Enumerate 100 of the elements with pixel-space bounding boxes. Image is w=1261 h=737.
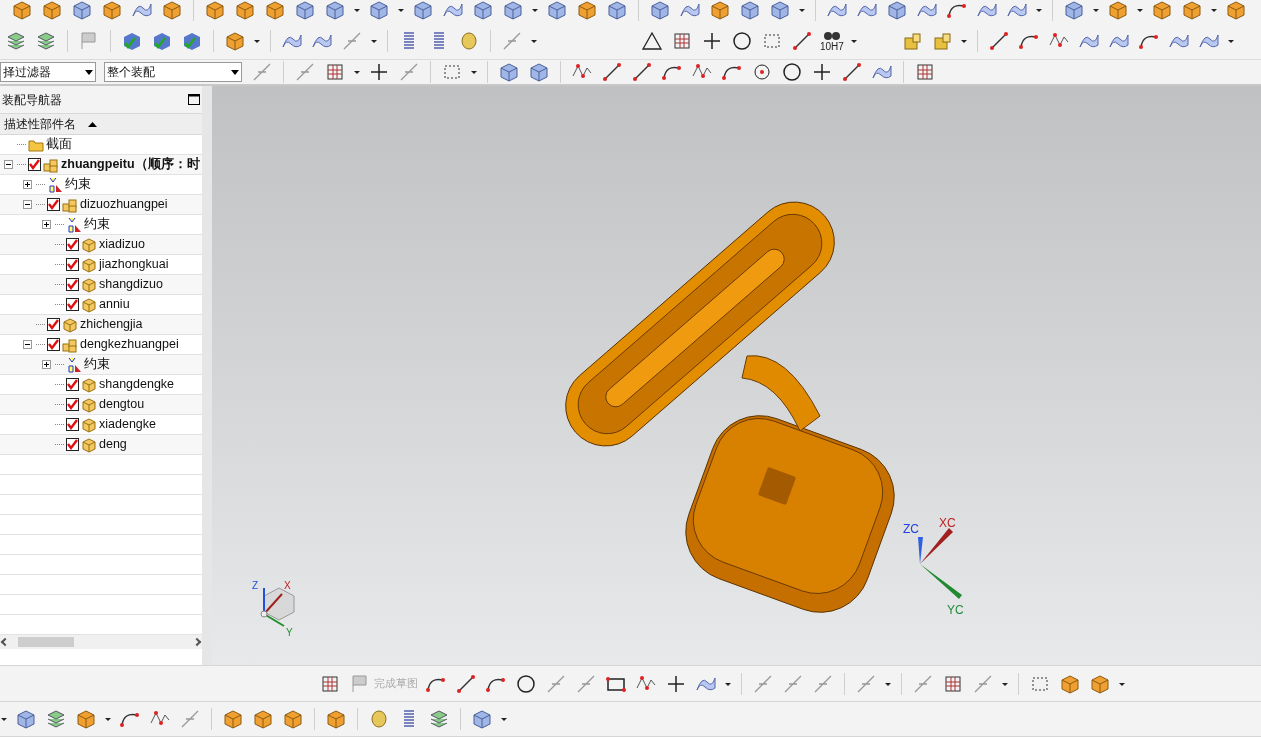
constraints-icon <box>66 216 82 233</box>
filter-dropdown[interactable]: 整个装配 <box>104 62 242 82</box>
axis-label: YC <box>947 603 964 617</box>
visibility-checkbox[interactable] <box>66 278 79 291</box>
visibility-checkbox[interactable] <box>47 318 60 331</box>
tree-row[interactable]: shangdengke <box>0 375 202 395</box>
lamp-model-drawing[interactable] <box>565 201 895 613</box>
viewport[interactable]: ZC XC YC Z X Y <box>212 86 1261 665</box>
visibility-checkbox[interactable] <box>66 438 79 451</box>
box-icon[interactable] <box>768 0 792 22</box>
box-icon[interactable] <box>411 0 435 22</box>
collapse-icon[interactable] <box>4 160 13 169</box>
block-icon[interactable] <box>40 0 64 22</box>
collapse-icon[interactable] <box>23 340 32 349</box>
tree-row[interactable]: 约束 <box>0 175 202 195</box>
tree-label: zhichengjia <box>80 316 143 334</box>
box-icon[interactable] <box>501 0 525 22</box>
box-icon[interactable] <box>738 0 762 22</box>
cube-icon <box>81 256 97 273</box>
expand-icon[interactable] <box>42 360 51 369</box>
block-icon[interactable] <box>1224 0 1248 22</box>
expand-icon[interactable] <box>42 220 51 229</box>
line-icon[interactable] <box>600 60 624 84</box>
tree-label: deng <box>99 436 127 454</box>
tree-row[interactable]: xiadizuo <box>0 235 202 255</box>
circle-icon[interactable] <box>780 60 804 84</box>
tree-row[interactable]: xiadengke <box>0 415 202 435</box>
visibility-checkbox[interactable] <box>47 338 60 351</box>
tree-label: shangdizuo <box>99 276 163 294</box>
box-icon[interactable] <box>885 0 909 22</box>
block-icon[interactable] <box>10 0 34 22</box>
tree-row[interactable]: dizuozhuangpei <box>0 195 202 215</box>
sort-icon <box>88 121 97 127</box>
tree-label: shangdengke <box>99 376 175 394</box>
visibility-checkbox[interactable] <box>66 378 79 391</box>
tree-row[interactable]: shangdizuo <box>0 275 202 295</box>
horizontal-scrollbar[interactable] <box>0 635 202 649</box>
cube-icon <box>81 296 97 313</box>
axis-label: XC <box>939 516 956 530</box>
block-icon[interactable] <box>263 0 287 22</box>
box-icon[interactable] <box>70 0 94 22</box>
visibility-checkbox[interactable] <box>66 298 79 311</box>
block-icon[interactable] <box>203 0 227 22</box>
block-icon[interactable] <box>160 0 184 22</box>
tree-row[interactable]: dengkezhuangpei <box>0 335 202 355</box>
dropdown-arrow-icon[interactable] <box>231 69 239 75</box>
maximize-icon[interactable] <box>188 94 200 106</box>
tree-label: 约束 <box>84 356 110 374</box>
filter-dropdown[interactable]: 择过滤器 <box>0 62 96 82</box>
visibility-checkbox[interactable] <box>66 238 79 251</box>
cube-icon <box>62 316 78 333</box>
box-icon[interactable] <box>293 0 317 22</box>
visibility-checkbox[interactable] <box>66 418 79 431</box>
tree-row[interactable]: deng <box>0 435 202 455</box>
box-icon[interactable] <box>323 0 347 22</box>
tree-row[interactable]: 约束 <box>0 215 202 235</box>
block-icon[interactable] <box>1180 0 1204 22</box>
block-icon[interactable] <box>100 0 124 22</box>
box-icon[interactable] <box>471 0 495 22</box>
tree-label: dengtou <box>99 396 145 414</box>
expand-icon[interactable] <box>23 180 32 189</box>
tree-label: anniu <box>99 296 130 314</box>
cube-icon <box>81 436 97 453</box>
box-icon[interactable] <box>367 0 391 22</box>
box-icon[interactable] <box>545 0 569 22</box>
constraints-icon <box>47 176 63 193</box>
line-icon[interactable] <box>630 60 654 84</box>
dropdown-arrow-icon[interactable] <box>85 69 93 75</box>
block-icon[interactable] <box>1106 0 1130 22</box>
collapse-icon[interactable] <box>23 200 32 209</box>
tree-row[interactable]: 截面 <box>0 135 202 155</box>
box-icon[interactable] <box>648 0 672 22</box>
cube-icon <box>81 236 97 253</box>
box-icon[interactable] <box>1062 0 1086 22</box>
block-icon[interactable] <box>708 0 732 22</box>
tree-label: dizuozhuangpei <box>80 196 168 214</box>
assembly-icon <box>62 196 78 213</box>
tree-row[interactable]: zhuangpeitu（顺序：时 <box>0 155 202 175</box>
tree-label: zhuangpeitu（顺序：时 <box>61 156 200 174</box>
tree-row[interactable]: jiazhongkuai <box>0 255 202 275</box>
tree-row[interactable]: zhichengjia <box>0 315 202 335</box>
block-icon[interactable] <box>575 0 599 22</box>
visibility-checkbox[interactable] <box>66 258 79 271</box>
line-icon[interactable] <box>840 60 864 84</box>
tree-row[interactable]: anniu <box>0 295 202 315</box>
cube-icon <box>81 376 97 393</box>
column-header[interactable]: 描述性部件名 <box>0 113 202 135</box>
block-icon[interactable] <box>1150 0 1174 22</box>
tree-label: 约束 <box>84 216 110 234</box>
visibility-checkbox[interactable] <box>28 158 41 171</box>
tree-label: xiadizuo <box>99 236 145 254</box>
tree-row[interactable]: dengtou <box>0 395 202 415</box>
tree-row[interactable]: 约束 <box>0 355 202 375</box>
box-icon[interactable] <box>605 0 629 22</box>
cube-icon <box>81 416 97 433</box>
visibility-checkbox[interactable] <box>66 398 79 411</box>
cube-icon <box>81 396 97 413</box>
block-icon[interactable] <box>233 0 257 22</box>
visibility-checkbox[interactable] <box>47 198 60 211</box>
assembly-icon <box>43 156 59 173</box>
